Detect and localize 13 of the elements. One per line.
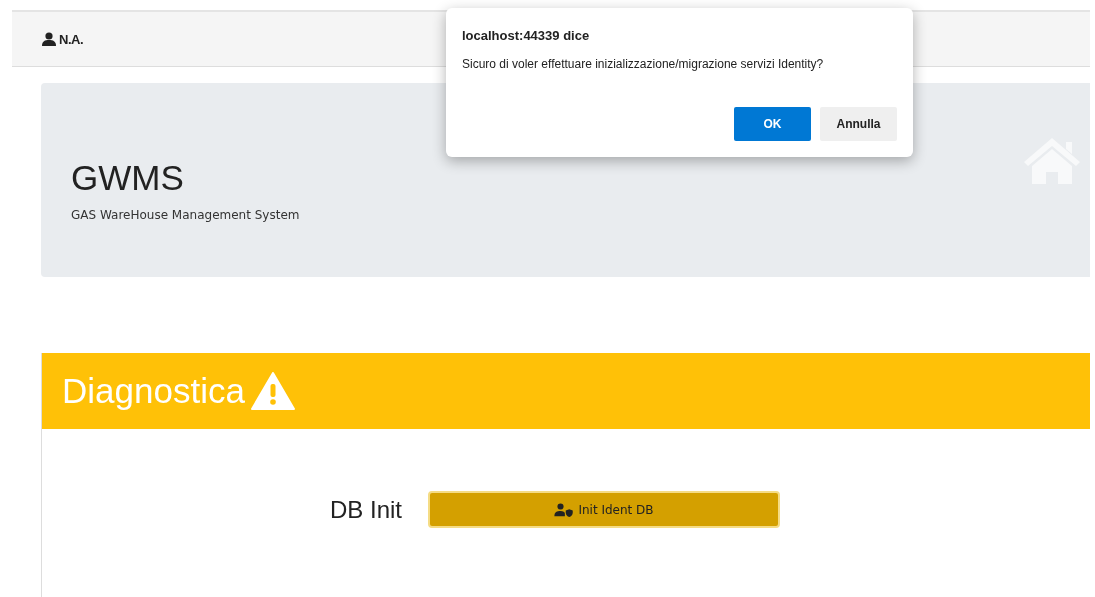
user-shield-icon (554, 502, 575, 517)
row-label: DB Init (330, 495, 403, 524)
init-button[interactable]: Init Ident DB (428, 491, 781, 528)
warning-icon (250, 372, 295, 410)
dialog-title: localhost:44339 dice (462, 28, 591, 43)
ok-button[interactable]: OK (734, 107, 811, 141)
user-name[interactable]: N.A. (59, 31, 83, 47)
user-icon (41, 32, 57, 46)
cancel-button[interactable]: Annulla (820, 107, 897, 141)
dialog-message: Sicuro di voler effettuare inizializzazione/migrazione servizi Identity? (462, 57, 825, 71)
app-subtitle: GAS WareHouse Management System (71, 208, 300, 222)
card-title: Diagnostica (62, 371, 245, 411)
app-title: GWMS (71, 158, 185, 198)
